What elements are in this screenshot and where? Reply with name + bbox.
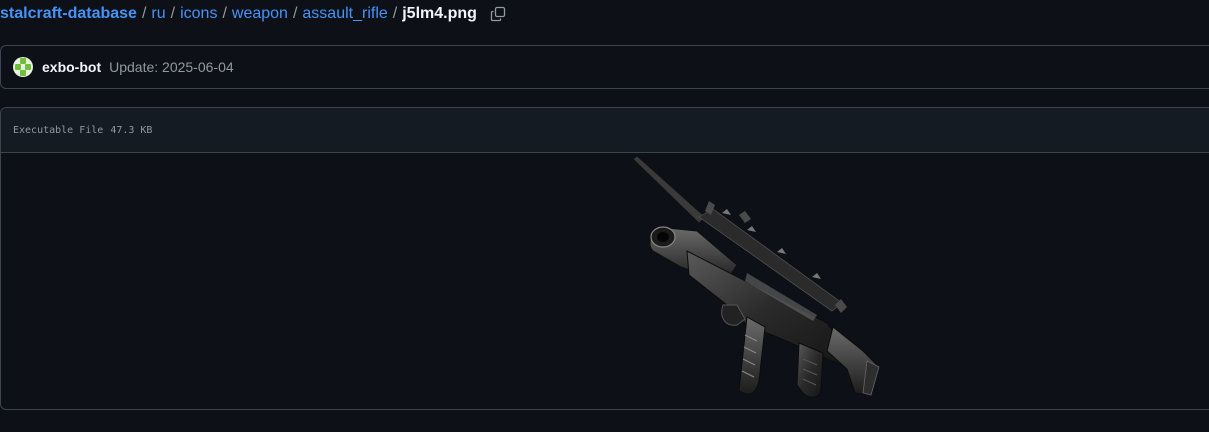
file-viewer: Executable File 47.3 KB xyxy=(0,107,1209,410)
file-size: 47.3 KB xyxy=(110,124,153,136)
image-preview xyxy=(1,153,1209,409)
copy-icon xyxy=(490,6,506,22)
file-type: Executable File xyxy=(13,124,104,136)
breadcrumb-link-icons[interactable]: icons xyxy=(180,5,217,23)
breadcrumb-separator: / xyxy=(292,5,298,22)
breadcrumb-link-weapon[interactable]: weapon xyxy=(232,5,288,23)
breadcrumb-current-file: j5lm4.png xyxy=(402,5,477,22)
commit-message[interactable]: Update: 2025-06-04 xyxy=(109,59,234,75)
file-info-header: Executable File 47.3 KB xyxy=(1,108,1209,153)
avatar[interactable] xyxy=(13,57,33,77)
breadcrumb-separator: / xyxy=(222,5,227,22)
avatar-pattern xyxy=(25,64,31,70)
breadcrumb-separator: / xyxy=(141,5,147,22)
copy-path-button[interactable] xyxy=(489,5,507,23)
latest-commit-bar: exbo-bot Update: 2025-06-04 xyxy=(0,45,1209,89)
breadcrumb-link-ru[interactable]: ru xyxy=(151,5,165,23)
commit-author[interactable]: exbo-bot xyxy=(42,59,101,75)
breadcrumb-repo-link[interactable]: stalcraft-database xyxy=(0,5,137,23)
breadcrumb-separator: / xyxy=(392,5,398,22)
breadcrumb-separator: / xyxy=(170,5,176,22)
breadcrumb-link-assault-rifle[interactable]: assault_rifle xyxy=(302,5,387,23)
assault-rifle-image xyxy=(632,155,880,398)
breadcrumb: stalcraft-database / ru / icons / weapon… xyxy=(0,4,507,24)
avatar-pattern xyxy=(20,70,26,76)
